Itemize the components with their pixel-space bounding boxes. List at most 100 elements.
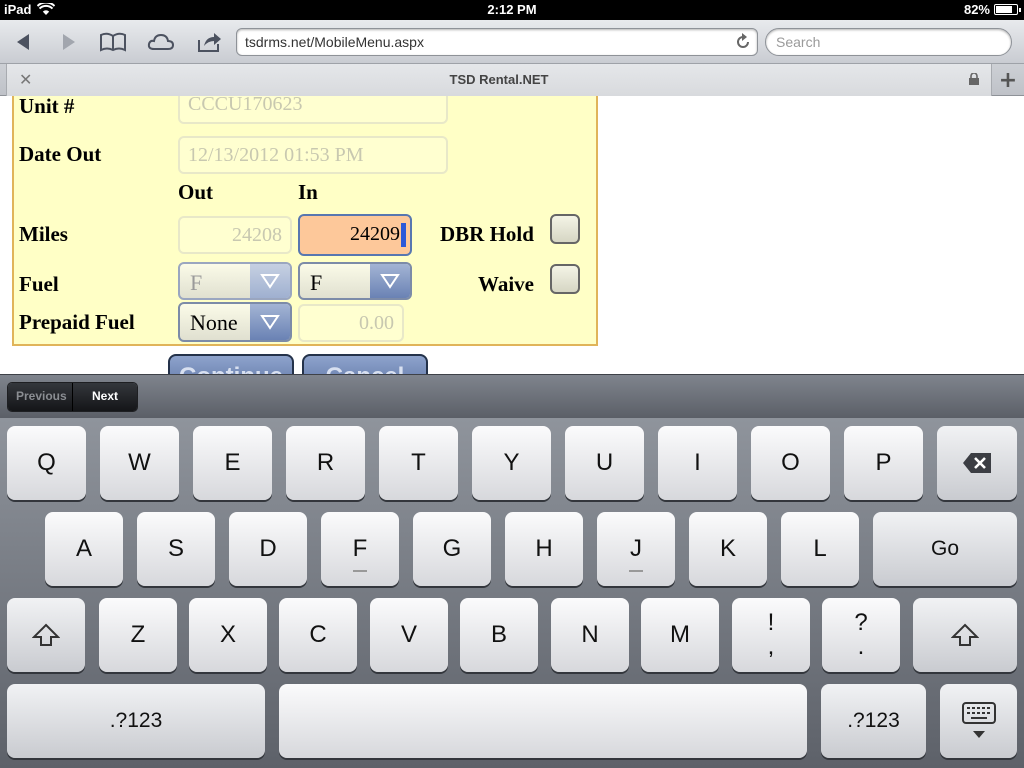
go-key[interactable]: Go [873, 512, 1017, 586]
battery-percent: 82% [963, 2, 990, 17]
clock: 2:12 PM [487, 2, 537, 17]
key-e[interactable]: E [193, 426, 272, 500]
fuel-out-select: F [178, 262, 292, 300]
share-icon [198, 33, 221, 52]
numbers-key-left[interactable]: .?123 [7, 684, 265, 758]
delete-key[interactable] [937, 426, 1017, 500]
prepaid-fuel-label: Prepaid Fuel [19, 310, 135, 334]
book-icon [100, 32, 126, 52]
key-s[interactable]: S [137, 512, 215, 586]
key-h[interactable]: H [505, 512, 583, 586]
share-button[interactable] [194, 28, 224, 56]
shift-icon [951, 623, 979, 646]
key-m[interactable]: M [641, 598, 719, 672]
waive-label: Waive [478, 272, 534, 296]
key-j[interactable]: J [597, 512, 675, 586]
shift-key-left[interactable] [7, 598, 85, 672]
key-v[interactable]: V [370, 598, 448, 672]
key-t[interactable]: T [379, 426, 458, 500]
dbr-hold-label: DBR Hold [440, 222, 534, 246]
bookmarks-button[interactable] [98, 28, 128, 56]
search-field[interactable]: Search [765, 28, 1012, 56]
fuel-out-value: F [190, 270, 203, 295]
dbr-hold-checkbox[interactable] [550, 214, 580, 244]
key-d[interactable]: D [229, 512, 307, 586]
key-g[interactable]: G [413, 512, 491, 586]
next-button[interactable]: Next [73, 383, 137, 411]
status-bar: iPad 2:12 PM 82% [0, 0, 1024, 20]
key-n[interactable]: N [551, 598, 629, 672]
reload-icon[interactable] [735, 33, 751, 51]
hide-keyboard-key[interactable] [940, 684, 1017, 758]
continue-button[interactable]: Continue [168, 354, 294, 374]
date-out-label: Date Out [19, 142, 102, 166]
previous-button[interactable]: Previous [8, 383, 73, 411]
address-url: tsdrms.net/MobileMenu.aspx [245, 34, 424, 50]
key-q[interactable]: Q [7, 426, 86, 500]
tab-tsd-rental[interactable]: ✕ TSD Rental.NET [6, 64, 992, 96]
key-exclamation-comma[interactable]: ! , [732, 598, 810, 672]
address-bar[interactable]: tsdrms.net/MobileMenu.aspx [236, 28, 758, 56]
fuel-in-value: F [310, 270, 323, 295]
back-arrow-icon [17, 34, 29, 50]
back-button[interactable] [8, 28, 38, 56]
space-key[interactable] [279, 684, 807, 758]
key-w[interactable]: W [100, 426, 179, 500]
form-assistant-bar: Previous Next [0, 374, 1024, 418]
chevron-down-icon [250, 264, 290, 298]
key-j-label: J [630, 535, 642, 562]
miles-in-value: 24209 [350, 223, 400, 245]
home-row-marker [629, 570, 643, 572]
prepaid-fuel-value: None [190, 310, 238, 335]
key-a[interactable]: A [45, 512, 123, 586]
key-z[interactable]: Z [99, 598, 177, 672]
key-o[interactable]: O [751, 426, 830, 500]
shift-icon [32, 623, 60, 646]
key-k[interactable]: K [689, 512, 767, 586]
key-comma-label: , [767, 633, 775, 660]
text-cursor [401, 223, 406, 247]
on-screen-keyboard: Q W E R T Y U I O P A S D F G H J K L Go… [0, 418, 1024, 768]
key-question-label: ? [854, 609, 868, 636]
key-f[interactable]: F [321, 512, 399, 586]
key-b[interactable]: B [460, 598, 538, 672]
key-l[interactable]: L [781, 512, 859, 586]
waive-checkbox[interactable] [550, 264, 580, 294]
miles-out-field: 24208 [178, 216, 292, 254]
date-out-field: 12/13/2012 01:53 PM [178, 136, 448, 174]
forward-arrow-icon [63, 34, 75, 50]
battery-level [996, 6, 1013, 13]
fuel-in-select[interactable]: F [298, 262, 412, 300]
web-page: Unit # CCCU170623 Date Out 12/13/2012 01… [0, 96, 1024, 374]
new-tab-button[interactable]: + [994, 64, 1022, 96]
cancel-button[interactable]: Cancel [302, 354, 428, 374]
key-u[interactable]: U [565, 426, 644, 500]
key-question-period[interactable]: ? . [822, 598, 900, 672]
tab-bar: ✕ TSD Rental.NET + [0, 64, 1024, 96]
lock-icon [969, 73, 979, 85]
forward-button[interactable] [54, 28, 84, 56]
numbers-key-right[interactable]: .?123 [821, 684, 926, 758]
key-period-label: . [857, 633, 865, 660]
key-y[interactable]: Y [472, 426, 551, 500]
cloud-icon [147, 33, 175, 50]
chevron-down-icon [370, 264, 410, 298]
prepaid-fuel-select[interactable]: None [178, 302, 292, 342]
unit-field: CCCU170623 [178, 96, 448, 124]
browser-toolbar: tsdrms.net/MobileMenu.aspx Search [0, 20, 1024, 64]
key-i[interactable]: I [658, 426, 737, 500]
backspace-icon [963, 453, 991, 473]
key-f-label: F [352, 535, 368, 562]
search-placeholder: Search [776, 34, 821, 50]
key-c[interactable]: C [279, 598, 357, 672]
key-r[interactable]: R [286, 426, 365, 500]
key-p[interactable]: P [844, 426, 923, 500]
fuel-label: Fuel [19, 272, 59, 296]
miles-in-input[interactable]: 24209 [298, 214, 412, 256]
key-x[interactable]: X [189, 598, 267, 672]
shift-key-right[interactable] [913, 598, 1017, 672]
battery-icon [994, 4, 1021, 15]
chevron-down-icon [250, 304, 290, 340]
prev-next-control: Previous Next [7, 382, 138, 412]
icloud-tabs-button[interactable] [146, 28, 176, 56]
